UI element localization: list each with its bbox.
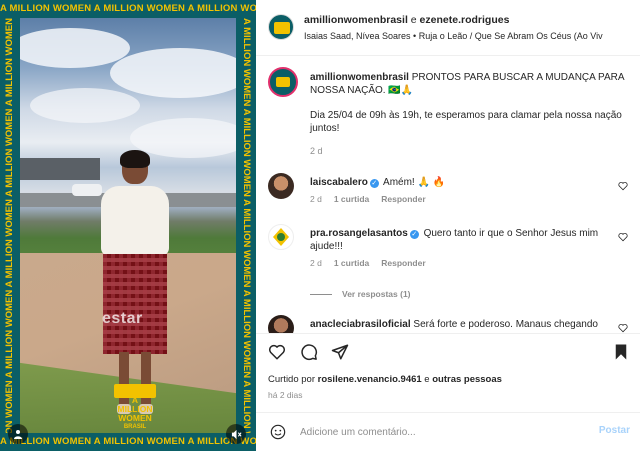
comment-text: Amém! 🙏 🔥: [380, 177, 446, 188]
caption-username[interactable]: amillionwomenbrasil: [310, 72, 409, 83]
divider-line: [310, 294, 332, 296]
avatar[interactable]: [268, 173, 294, 199]
verified-badge-icon: ✓: [409, 230, 419, 239]
comment-text: Será forte e poderoso. Manaus chegando: [410, 319, 598, 330]
post-actions: [256, 335, 640, 369]
mute-button[interactable]: [226, 424, 246, 444]
comment-likes[interactable]: 1 curtida: [334, 194, 369, 204]
cloud: [30, 88, 140, 123]
coauthor-link[interactable]: ezenete.rodrigues: [420, 14, 510, 26]
comment-bubble-icon[interactable]: [300, 343, 318, 361]
video-frame[interactable]: estar A MILLION WOMEN BRASIL: [20, 18, 236, 433]
a-million-women-logo: A MILLION WOMEN BRASIL: [117, 395, 153, 431]
add-comment-bar: Postar: [256, 412, 640, 451]
video-caption-word: estar: [102, 310, 143, 327]
share-paper-plane-icon[interactable]: [331, 343, 349, 361]
comment-time[interactable]: 2 d: [310, 258, 322, 268]
frame-banner-bottom: A MILLION WOMEN A MILLION WOMEN A MILLIO…: [0, 433, 256, 451]
like-heart-icon[interactable]: [268, 343, 286, 361]
tagged-users-button[interactable]: [8, 424, 28, 444]
reply-button[interactable]: Responder: [381, 258, 425, 268]
comment-time[interactable]: 2 d: [310, 194, 322, 204]
comment-meta: 2 d 1 curtida Responder: [310, 258, 438, 268]
likes-summary: Curtido por rosilene.venancio.9461 e out…: [268, 374, 502, 385]
user-icon: [14, 430, 22, 439]
like-comment-heart-icon[interactable]: [618, 323, 628, 333]
avatar[interactable]: [268, 315, 294, 333]
reply-button[interactable]: Responder: [381, 194, 425, 204]
post-comment-button[interactable]: Postar: [599, 425, 630, 436]
comment-username[interactable]: laiscabalero: [310, 177, 368, 188]
cloud: [20, 28, 130, 68]
post-media[interactable]: estar A MILLION WOMEN BRASIL A MILLION W…: [0, 0, 256, 451]
author-link[interactable]: amillionwomenbrasil: [304, 14, 408, 26]
speaker-muted-icon: [231, 429, 242, 439]
comments-list[interactable]: amillionwomenbrasil PRONTOS PARA BUSCAR …: [256, 57, 640, 334]
post-header: amillionwomenbrasil e ezenete.rodrigues …: [256, 0, 640, 56]
frame-banner-top: A MILLION WOMEN A MILLION WOMEN A MILLIO…: [0, 0, 256, 18]
cloud: [110, 48, 236, 98]
comment-username[interactable]: pra.rosangelasantos: [310, 228, 408, 239]
liker-link[interactable]: rosilene.venancio.9461: [318, 374, 422, 385]
caption-time[interactable]: 2 d: [310, 145, 630, 158]
caption-body: Dia 25/04 de 09h às 19h, te esperamos pa…: [310, 110, 622, 134]
other-likers-link[interactable]: outras pessoas: [432, 374, 502, 385]
like-comment-heart-icon[interactable]: [618, 181, 628, 191]
avatar[interactable]: [268, 14, 294, 40]
frame-banner-left: A MILLION WOMEN A MILLION WOMEN A MILLIO…: [0, 18, 20, 433]
frame-banner-right: A MILLION WOMEN A MILLION WOMEN A MILLIO…: [236, 18, 256, 433]
background-building: [20, 158, 100, 180]
post-authors: amillionwomenbrasil e ezenete.rodrigues: [304, 14, 510, 26]
woman-figure: [95, 150, 175, 422]
like-comment-heart-icon[interactable]: [618, 232, 628, 242]
comment-meta: 2 d 1 curtida Responder: [310, 194, 438, 204]
comment-input[interactable]: [300, 424, 580, 440]
audio-track-link[interactable]: Isaias Saad, Nívea Soares • Ruja o Leão …: [304, 31, 634, 41]
post-date[interactable]: há 2 dias: [268, 390, 303, 400]
comment-likes[interactable]: 1 curtida: [334, 258, 369, 268]
comment-username[interactable]: anacleciabrasiloficial: [310, 319, 411, 330]
post-details-panel: amillionwomenbrasil e ezenete.rodrigues …: [256, 0, 640, 451]
emoji-icon[interactable]: [270, 424, 286, 440]
save-bookmark-icon[interactable]: [612, 343, 630, 361]
verified-badge-icon: ✓: [369, 179, 379, 188]
avatar[interactable]: [268, 67, 298, 97]
avatar[interactable]: [268, 224, 294, 250]
view-replies-button[interactable]: Ver respostas (1): [310, 289, 411, 299]
